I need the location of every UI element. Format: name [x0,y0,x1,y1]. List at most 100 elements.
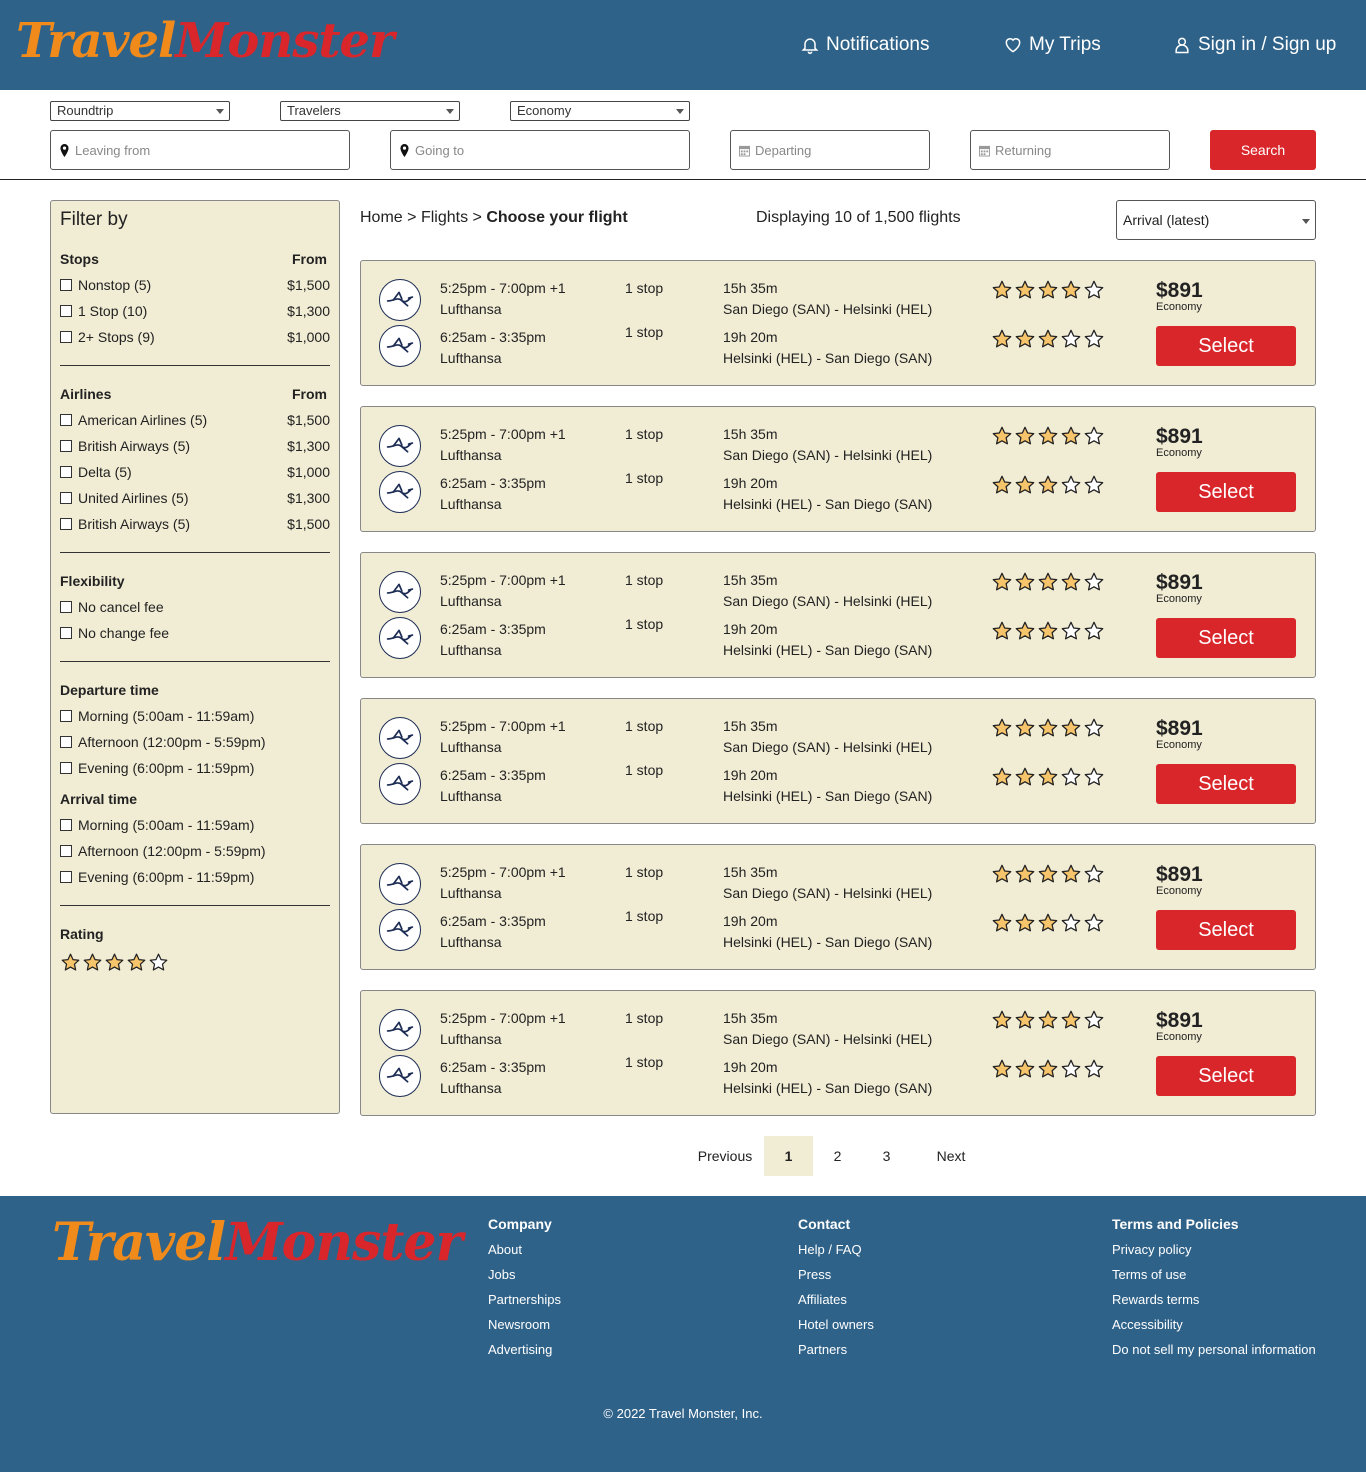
checkbox[interactable] [60,819,72,831]
filter-option-airline[interactable]: Delta (5) $1,000 [60,463,330,481]
trip-type-select[interactable]: Roundtrip [50,101,230,121]
flight-stops: 1 stop [625,718,664,734]
footer-link[interactable]: Terms of use [1112,1266,1316,1291]
airlines-from-label: From [292,386,327,402]
returning-date-input[interactable]: Returning [970,130,1170,170]
sort-select[interactable]: Arrival (latest) [1116,200,1316,240]
option-label: No change fee [78,625,170,641]
select-flight-button[interactable]: Select [1156,326,1296,366]
footer-link[interactable]: Partnerships [488,1291,561,1316]
checkbox[interactable] [60,845,72,857]
footer-link[interactable]: Help / FAQ [798,1241,874,1266]
checkbox[interactable] [60,736,72,748]
leaving-from-input[interactable]: Leaving from [50,130,350,170]
chevron-down-icon [216,109,224,114]
going-to-input[interactable]: Going to [390,130,690,170]
footer-link[interactable]: Affiliates [798,1291,874,1316]
checkbox[interactable] [60,601,72,613]
pagination-next[interactable]: Next [920,1136,982,1176]
checkbox[interactable] [60,762,72,774]
travel-monster-logo[interactable]: TravelMonster [52,1212,463,1274]
select-flight-button[interactable]: Select [1156,764,1296,804]
checkbox[interactable] [60,710,72,722]
footer-link[interactable]: Partners [798,1341,874,1366]
checkbox[interactable] [60,305,72,317]
footer-link[interactable]: Press [798,1266,874,1291]
flight-times: 6:25am - 3:35pm [440,329,546,345]
checkbox[interactable] [60,279,72,291]
checkbox[interactable] [60,492,72,504]
my-trips-link[interactable]: My Trips [1003,33,1101,57]
star-icon [992,329,1012,348]
checkbox[interactable] [60,440,72,452]
footer-link[interactable]: Jobs [488,1266,561,1291]
checkbox[interactable] [60,518,72,530]
filter-option-2-stops[interactable]: 2+ Stops (9) $1,000 [60,328,330,346]
departing-date-input[interactable]: Departing [730,130,930,170]
filter-option-arrival-evening[interactable]: Evening (6:00pm - 11:59pm) [60,868,330,886]
breadcrumb-flights[interactable]: Flights [421,209,468,226]
pagination-previous[interactable]: Previous [690,1136,760,1176]
filter-option-no-change-fee[interactable]: No change fee [60,624,330,642]
pagination-page[interactable]: 1 [764,1136,813,1176]
checkbox[interactable] [60,871,72,883]
cabin-select[interactable]: Economy [510,101,690,121]
sign-in-label: Sign in / Sign up [1198,34,1337,55]
select-flight-button[interactable]: Select [1156,1056,1296,1096]
flight-card: 5:25pm - 7:00pm +1 Lufthansa 1 stop 15h … [360,844,1316,970]
notifications-label: Notifications [826,34,930,55]
filter-option-departure-evening[interactable]: Evening (6:00pm - 11:59pm) [60,759,330,777]
checkbox[interactable] [60,627,72,639]
airline-logo [379,571,421,613]
returning-placeholder: Returning [995,142,1052,158]
footer-link[interactable]: Advertising [488,1341,561,1366]
airline-logo [379,909,421,951]
footer-link[interactable]: Do not sell my personal information [1112,1341,1316,1366]
star-icon [1084,1059,1104,1078]
rating-filter-stars[interactable] [60,952,169,973]
travelers-select[interactable]: Travelers [280,101,460,121]
filter-option-airline[interactable]: British Airways (5) $1,300 [60,437,330,455]
select-flight-button[interactable]: Select [1156,910,1296,950]
notifications-link[interactable]: Notifications [800,33,930,57]
star-icon [105,953,124,971]
checkbox[interactable] [60,331,72,343]
filter-option-no-cancel-fee[interactable]: No cancel fee [60,598,330,616]
footer-link[interactable]: Newsroom [488,1316,561,1341]
airline-logo [379,617,421,659]
footer-heading: Terms and Policies [1112,1216,1239,1232]
option-label: No cancel fee [78,599,164,615]
sign-in-link[interactable]: Sign in / Sign up [1172,33,1336,57]
filter-option-arrival-afternoon[interactable]: Afternoon (12:00pm - 5:59pm) [60,842,330,860]
pagination-page[interactable]: 3 [862,1136,911,1176]
star-icon [1038,426,1058,445]
airline-logo [379,763,421,805]
filter-option-departure-morning[interactable]: Morning (5:00am - 11:59am) [60,707,330,725]
airline-name: Lufthansa [440,593,502,609]
footer-link[interactable]: Rewards terms [1112,1291,1316,1316]
filter-option-1-stop[interactable]: 1 Stop (10) $1,300 [60,302,330,320]
filter-option-arrival-morning[interactable]: Morning (5:00am - 11:59am) [60,816,330,834]
footer-link[interactable]: Accessibility [1112,1316,1316,1341]
filter-option-nonstop[interactable]: Nonstop (5) $1,500 [60,276,330,294]
flight-route: San Diego (SAN) - Helsinki (HEL) [723,1031,933,1047]
checkbox[interactable] [60,466,72,478]
search-button[interactable]: Search [1210,130,1316,170]
flight-times: 5:25pm - 7:00pm +1 [440,572,566,588]
checkbox[interactable] [60,414,72,426]
footer-link[interactable]: Privacy policy [1112,1241,1316,1266]
pagination-page[interactable]: 2 [813,1136,862,1176]
select-flight-button[interactable]: Select [1156,618,1296,658]
filter-option-airline[interactable]: British Airways (5) $1,500 [60,515,330,533]
star-icon [1084,572,1104,591]
travel-monster-logo[interactable]: TravelMonster [16,10,394,72]
footer-link[interactable]: Hotel owners [798,1316,874,1341]
filter-option-airline[interactable]: United Airlines (5) $1,300 [60,489,330,507]
filter-option-airline[interactable]: American Airlines (5) $1,500 [60,411,330,429]
footer-link[interactable]: About [488,1241,561,1266]
breadcrumb-current: Choose your flight [486,209,628,226]
select-flight-button[interactable]: Select [1156,472,1296,512]
breadcrumb-home[interactable]: Home [360,209,403,226]
filter-option-departure-afternoon[interactable]: Afternoon (12:00pm - 5:59pm) [60,733,330,751]
flight-card: 5:25pm - 7:00pm +1 Lufthansa 1 stop 15h … [360,990,1316,1116]
